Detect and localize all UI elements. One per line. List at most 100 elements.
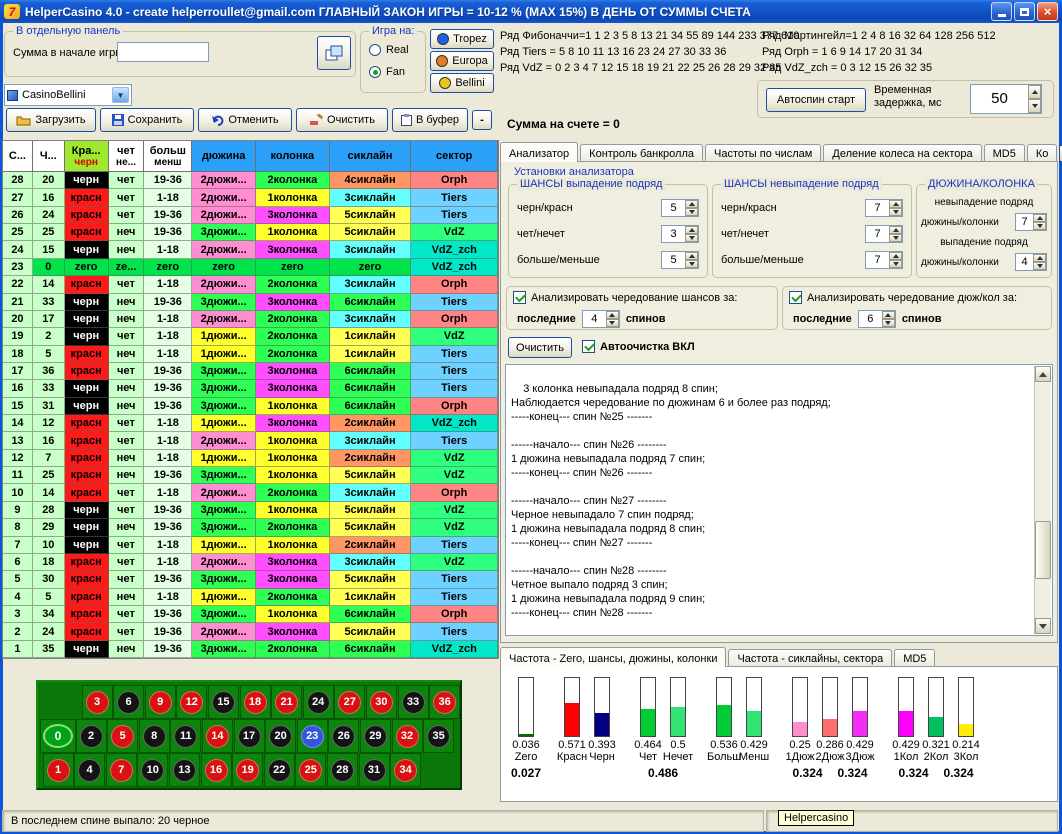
roulette-number-cell[interactable]: 27	[334, 685, 365, 719]
table-row[interactable]: 2820чернчет19-362дюжи...2колонка4сиклайн…	[3, 172, 498, 189]
collapse-button[interactable]: -	[472, 110, 492, 130]
analyzer-tab[interactable]: Ко	[1027, 144, 1058, 162]
spinner-down-icon[interactable]	[889, 260, 902, 268]
roulette-number-cell[interactable]: 3	[82, 685, 113, 719]
spinner-down-icon[interactable]	[1033, 222, 1046, 230]
table-row[interactable]: 1531черннеч19-363дюжи...1колонка6сиклайн…	[3, 398, 498, 415]
roulette-number-cell[interactable]: 1	[43, 753, 74, 787]
roulette-number-cell[interactable]: 15	[208, 685, 239, 719]
roulette-number-cell[interactable]: 17	[234, 719, 265, 753]
spinner-up-icon[interactable]	[1033, 214, 1046, 222]
scrollbar-thumb[interactable]	[1035, 521, 1051, 579]
table-row[interactable]: 2017черннеч1-182дюжи...2колонка3сиклайнO…	[3, 311, 498, 328]
column-header[interactable]: колонка	[256, 141, 330, 172]
table-row[interactable]: 2624краснчет19-362дюжи...3колонка5сиклай…	[3, 207, 498, 224]
roulette-number-cell[interactable]: 34	[390, 753, 421, 787]
drop-row3-spinner[interactable]: 5	[661, 251, 699, 269]
alt-chances-checkbox[interactable]: Анализировать чередование шансов за:	[513, 291, 737, 304]
alt-chances-spinner[interactable]: 4	[582, 310, 620, 328]
start-sum-input[interactable]	[117, 42, 209, 62]
roulette-number-cell[interactable]: 31	[359, 753, 390, 787]
table-row[interactable]: 135черннеч19-363дюжи...2колонка6сиклайнV…	[3, 641, 498, 658]
autospin-start-button[interactable]: Автоспин старт	[766, 88, 866, 112]
spinner-up-icon[interactable]	[685, 252, 698, 260]
table-row[interactable]: 710чернчет1-181дюжи...1колонка2сиклайнTi…	[3, 537, 498, 554]
table-row[interactable]: 530краснчет19-363дюжи...3колонка5сиклайн…	[3, 571, 498, 588]
roulette-number-cell[interactable]: 4	[74, 753, 105, 787]
roulette-number-cell[interactable]: 7	[106, 753, 137, 787]
roulette-number-cell[interactable]: 36	[429, 685, 460, 719]
table-row[interactable]: 45красннеч1-181дюжи...2колонка1сиклайнTi…	[3, 589, 498, 606]
spinner-up-icon[interactable]	[606, 311, 619, 319]
bellini-button[interactable]: Bellini	[430, 73, 494, 93]
frequency-tab[interactable]: Частота - Zero, шансы, дюжины, колонки	[500, 647, 726, 667]
table-row[interactable]: 224краснчет19-362дюжи...3колонка5сиклайн…	[3, 623, 498, 640]
radio-fan[interactable]: Fan	[369, 66, 405, 78]
table-row[interactable]: 192чернчет1-181дюжи...2колонка1сиклайнVd…	[3, 328, 498, 345]
roulette-number-cell[interactable]: 35	[423, 719, 454, 753]
roulette-number-cell[interactable]: 28	[327, 753, 358, 787]
analyzer-tab[interactable]: Анализатор	[500, 142, 578, 162]
column-header[interactable]: сектор	[411, 141, 498, 172]
roulette-number-cell[interactable]: 10	[137, 753, 168, 787]
spinner-up-icon[interactable]	[889, 200, 902, 208]
to-buffer-button[interactable]: В буфер	[392, 108, 468, 132]
maximize-button[interactable]	[1014, 2, 1035, 21]
roulette-number-cell[interactable]: 18	[240, 685, 271, 719]
save-button[interactable]: Сохранить	[100, 108, 194, 132]
spinner-down-icon[interactable]	[606, 319, 619, 327]
roulette-number-cell[interactable]: 32	[392, 719, 423, 753]
table-row[interactable]: 829черннеч19-363дюжи...2колонка5сиклайнV…	[3, 519, 498, 536]
table-row[interactable]: 1412краснчет1-181дюжи...3колонка2сиклайн…	[3, 415, 498, 432]
delay-spinner-down-icon[interactable]	[1028, 99, 1041, 113]
column-header[interactable]: Кра...черн	[65, 141, 109, 172]
load-button[interactable]: Загрузить	[6, 108, 96, 132]
roulette-number-cell[interactable]: 9	[145, 685, 176, 719]
table-row[interactable]: 2133черннеч19-363дюжи...3колонка6сиклайн…	[3, 294, 498, 311]
alt-dozens-checkbox[interactable]: Анализировать чередование дюж/кол за:	[789, 291, 1017, 304]
detach-panel-button[interactable]	[317, 36, 351, 70]
europa-button[interactable]: Europa	[430, 51, 494, 71]
spinner-up-icon[interactable]	[889, 226, 902, 234]
table-row[interactable]: 1014краснчет1-182дюжи...2колонка3сиклайн…	[3, 484, 498, 501]
roulette-number-cell[interactable]: 33	[398, 685, 429, 719]
analyzer-tab[interactable]: Частоты по числам	[705, 144, 821, 162]
table-row[interactable]: 1633черннеч19-363дюжи...3колонка6сиклайн…	[3, 380, 498, 397]
roulette-number-cell[interactable]: 25	[295, 753, 326, 787]
table-row[interactable]: 2525красннеч19-363дюжи...1колонка5сиклай…	[3, 224, 498, 241]
table-row[interactable]: 1316краснчет1-182дюжи...1колонка3сиклайн…	[3, 432, 498, 449]
alt-dozens-spinner[interactable]: 6	[858, 310, 896, 328]
roulette-number-cell[interactable]: 23	[297, 719, 328, 753]
spinner-up-icon[interactable]	[1033, 254, 1046, 262]
table-row[interactable]: 127красннеч1-181дюжи...1колонка2сиклайнV…	[3, 450, 498, 467]
roulette-number-cell[interactable]: 2	[76, 719, 107, 753]
minimize-button[interactable]	[991, 2, 1012, 21]
roulette-number-cell[interactable]: 8	[139, 719, 170, 753]
analyzer-clear-button[interactable]: Очистить	[508, 337, 572, 358]
table-row[interactable]: 2214краснчет1-182дюжи...2колонка3сиклайн…	[3, 276, 498, 293]
roulette-number-cell[interactable]: 30	[366, 685, 397, 719]
roulette-number-cell[interactable]: 5	[107, 719, 138, 753]
casino-combobox[interactable]: CasinoBellini ▼	[4, 84, 132, 106]
dozen-nodrop-spinner[interactable]: 7	[1015, 213, 1047, 231]
tropez-button[interactable]: Tropez	[430, 29, 494, 49]
radio-real[interactable]: Real	[369, 44, 409, 56]
column-header[interactable]: дюжина	[192, 141, 256, 172]
roulette-number-cell[interactable]: 22	[264, 753, 295, 787]
drop-row2-spinner[interactable]: 3	[661, 225, 699, 243]
table-row[interactable]: 1736краснчет19-363дюжи...3колонка6сиклай…	[3, 363, 498, 380]
analyzer-tab[interactable]: Деление колеса на сектора	[823, 144, 981, 162]
table-row[interactable]: 185красннеч1-181дюжи...2колонка1сиклайнT…	[3, 346, 498, 363]
analyzer-tab[interactable]: MD5	[984, 144, 1025, 162]
nodrop-row2-spinner[interactable]: 7	[865, 225, 903, 243]
column-header[interactable]: Ч...	[33, 141, 65, 172]
table-row[interactable]: 2716краснчет1-182дюжи...1колонка3сиклайн…	[3, 189, 498, 206]
spinner-down-icon[interactable]	[882, 319, 895, 327]
roulette-number-cell[interactable]: 11	[170, 719, 201, 753]
roulette-number-cell[interactable]: 20	[265, 719, 296, 753]
frequency-tab[interactable]: MD5	[894, 649, 935, 667]
close-button[interactable]: ×	[1037, 2, 1058, 21]
roulette-number-cell[interactable]: 21	[271, 685, 302, 719]
roulette-number-cell[interactable]: 14	[202, 719, 233, 753]
delay-spinner-up-icon[interactable]	[1028, 85, 1041, 99]
